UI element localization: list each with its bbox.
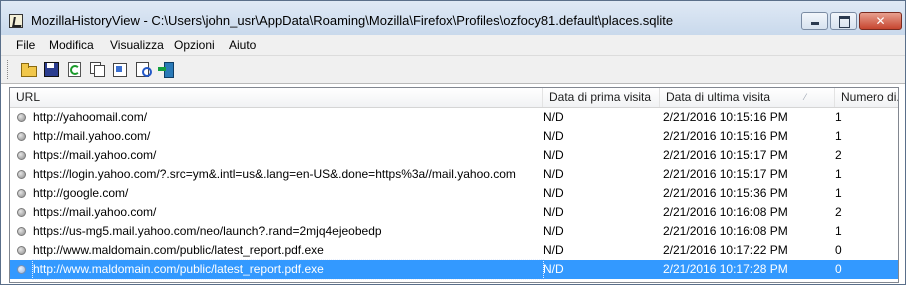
save-icon[interactable] <box>43 61 59 77</box>
cell-last-visit: 2/21/2016 10:15:17 PM <box>663 148 788 162</box>
cell-last-visit: 2/21/2016 10:16:08 PM <box>663 205 788 219</box>
cell-url: https://login.yahoo.com/?.src=ym&.intl=u… <box>33 167 516 181</box>
cell-url: http://yahoomail.com/ <box>33 110 148 124</box>
table-row[interactable]: http://google.com/N/D 2/21/2016 10:15:36 … <box>10 184 898 203</box>
url-bullet-icon <box>17 189 26 198</box>
window-title: MozillaHistoryView - C:\Users\john_usr\A… <box>31 13 674 28</box>
table-row[interactable]: https://login.yahoo.com/?.src=ym&.intl=u… <box>10 165 898 184</box>
url-bullet-icon <box>17 208 26 217</box>
cell-visit-count: 0 <box>835 243 842 257</box>
cell-first-visit: N/D <box>543 110 564 124</box>
menu-file[interactable]: File <box>16 38 35 52</box>
cell-visit-count: 2 <box>835 205 842 219</box>
cell-first-visit: N/D <box>543 224 564 238</box>
table-row[interactable]: http://www.maldomain.com/public/latest_r… <box>10 259 898 280</box>
cell-visit-count: 2 <box>835 148 842 162</box>
maximize-button[interactable] <box>830 12 857 30</box>
cell-url: http://mail.yahoo.com/ <box>33 129 151 143</box>
cell-url: https://mail.yahoo.com/ <box>33 205 157 219</box>
table-row[interactable]: https://mail.yahoo.com/N/D 2/21/2016 10:1… <box>10 146 898 165</box>
html-report-icon[interactable] <box>135 61 152 77</box>
cell-first-visit: N/D <box>543 186 564 200</box>
table-row[interactable]: https://us-mg5.mail.yahoo.com/neo/launch… <box>10 222 898 241</box>
url-bullet-icon <box>17 151 26 160</box>
url-bullet-icon <box>17 227 26 236</box>
cell-last-visit: 2/21/2016 10:17:28 PM <box>663 262 788 276</box>
app-window: MozillaHistoryView - C:\Users\john_usr\A… <box>0 0 906 285</box>
menu-visualizza[interactable]: Visualizza <box>110 38 164 52</box>
cell-last-visit: 2/21/2016 10:16:08 PM <box>663 224 788 238</box>
cell-first-visit: N/D <box>543 148 564 162</box>
cell-visit-count: 1 <box>835 224 842 238</box>
cell-first-visit: N/D <box>543 205 564 219</box>
table-row[interactable]: http://www.maldomain.com/public/latest_r… <box>10 241 898 260</box>
menu-aiuto[interactable]: Aiuto <box>229 38 256 52</box>
title-bar[interactable]: MozillaHistoryView - C:\Users\john_usr\A… <box>1 1 905 35</box>
refresh-icon[interactable] <box>66 61 82 77</box>
url-bullet-icon <box>17 132 26 141</box>
cell-url: http://www.maldomain.com/public/latest_r… <box>32 259 544 280</box>
cell-url: http://google.com/ <box>33 186 129 200</box>
exit-icon[interactable] <box>158 61 174 78</box>
close-icon: ✕ <box>875 14 886 28</box>
list-header: URL Data di prima visita Data di ultima … <box>10 88 898 108</box>
column-header-visit-count[interactable]: Numero di... <box>835 88 898 107</box>
column-header-last-visit-label: Data di ultima visita <box>666 90 771 104</box>
properties-icon[interactable] <box>112 61 128 77</box>
cell-visit-count: 0 <box>835 262 842 276</box>
toolbar <box>1 56 905 84</box>
cell-visit-count: 1 <box>835 186 842 200</box>
menu-opzioni[interactable]: Opzioni <box>174 38 215 52</box>
cell-first-visit: N/D <box>543 262 564 276</box>
url-bullet-icon <box>17 113 26 122</box>
app-icon <box>9 14 23 28</box>
close-button[interactable]: ✕ <box>859 12 902 30</box>
menu-modifica[interactable]: Modifica <box>49 38 94 52</box>
copy-icon[interactable] <box>89 61 105 77</box>
column-header-first-visit[interactable]: Data di prima visita <box>543 88 660 107</box>
toolbar-grip[interactable] <box>7 60 10 79</box>
url-bullet-icon <box>17 246 26 255</box>
cell-first-visit: N/D <box>543 167 564 181</box>
cell-url: https://us-mg5.mail.yahoo.com/neo/launch… <box>33 224 382 238</box>
url-bullet-icon <box>17 170 26 179</box>
cell-visit-count: 1 <box>835 167 842 181</box>
history-list[interactable]: URL Data di prima visita Data di ultima … <box>9 87 899 283</box>
column-header-url[interactable]: URL <box>10 88 543 107</box>
open-folder-icon[interactable] <box>20 61 37 77</box>
menu-bar: File Modifica Visualizza Opzioni Aiuto <box>1 35 905 56</box>
minimize-button[interactable] <box>801 12 828 30</box>
cell-first-visit: N/D <box>543 129 564 143</box>
cell-last-visit: 2/21/2016 10:15:36 PM <box>663 186 788 200</box>
cell-url: https://mail.yahoo.com/ <box>33 148 157 162</box>
cell-last-visit: 2/21/2016 10:17:22 PM <box>663 243 788 257</box>
table-row[interactable]: http://mail.yahoo.com/N/D 2/21/2016 10:15… <box>10 127 898 146</box>
cell-last-visit: 2/21/2016 10:15:17 PM <box>663 167 788 181</box>
cell-last-visit: 2/21/2016 10:15:16 PM <box>663 110 788 124</box>
url-bullet-icon <box>17 265 26 274</box>
cell-url: http://www.maldomain.com/public/latest_r… <box>33 243 324 257</box>
table-row[interactable]: https://mail.yahoo.com/N/D 2/21/2016 10:1… <box>10 203 898 222</box>
table-row[interactable]: http://yahoomail.com/N/D 2/21/2016 10:15:… <box>10 108 898 127</box>
cell-visit-count: 1 <box>835 110 842 124</box>
cell-last-visit: 2/21/2016 10:15:16 PM <box>663 129 788 143</box>
sort-arrow-icon: ⁄ <box>804 92 806 102</box>
column-header-last-visit[interactable]: Data di ultima visita ⁄ <box>660 88 835 107</box>
cell-visit-count: 1 <box>835 129 842 143</box>
cell-first-visit: N/D <box>543 243 564 257</box>
